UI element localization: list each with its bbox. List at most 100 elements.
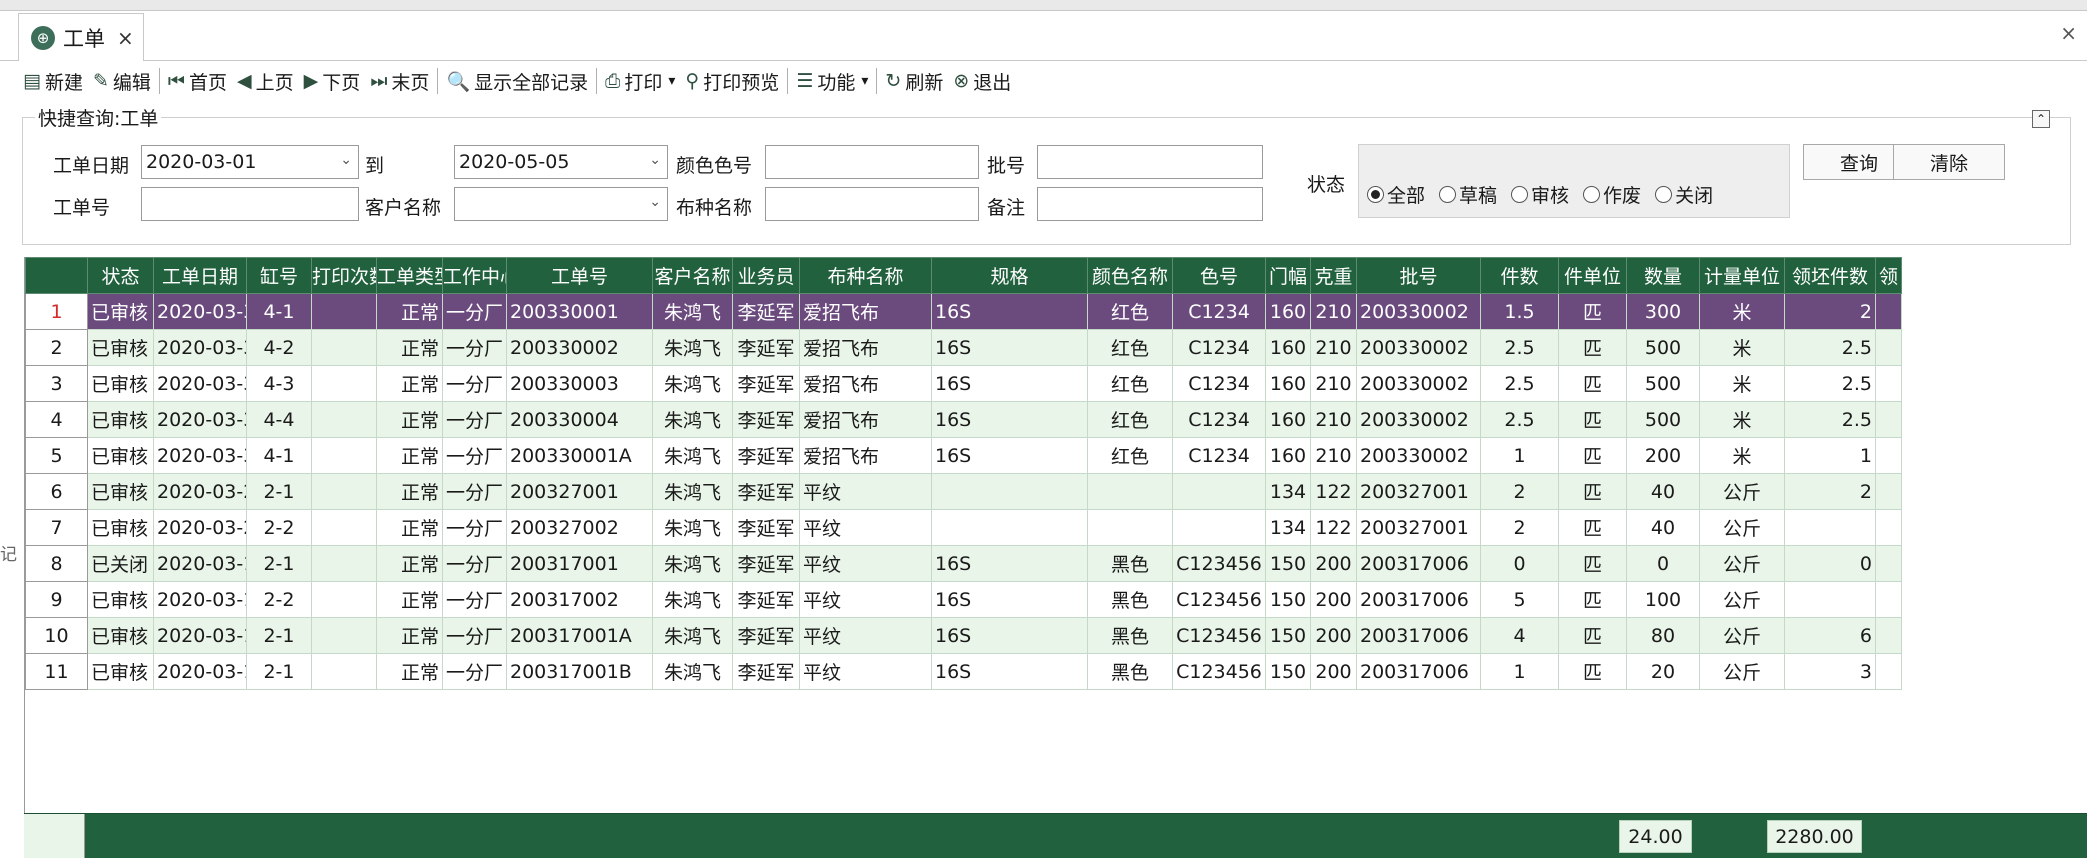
table-cell[interactable]: 200330002: [1356, 329, 1481, 366]
column-header[interactable]: 克重: [1310, 257, 1357, 294]
status-radio-1[interactable]: 草稿: [1439, 181, 1497, 208]
table-row[interactable]: 6已审核2020-03-272-1正常一分厂200327001朱鸿飞李延军平纹1…: [25, 473, 1902, 510]
table-cell[interactable]: 李延军: [732, 293, 800, 330]
table-cell[interactable]: 160: [1265, 329, 1311, 366]
table-row[interactable]: 11已审核2020-03-172-1 正常一分厂200317001B朱鸿飞李延军平…: [25, 653, 1902, 690]
table-cell[interactable]: [1875, 401, 1902, 438]
table-cell[interactable]: 210: [1310, 437, 1357, 474]
table-cell[interactable]: 1: [1784, 437, 1876, 474]
table-cell[interactable]: 2020-03-27: [153, 509, 247, 546]
table-cell[interactable]: 公斤: [1699, 509, 1785, 546]
table-cell[interactable]: [1875, 329, 1902, 366]
table-cell[interactable]: 210: [1310, 293, 1357, 330]
table-cell[interactable]: C123456: [1172, 617, 1266, 654]
column-header[interactable]: 工单日期: [153, 257, 247, 294]
table-cell[interactable]: 已审核: [87, 653, 154, 690]
order-no-field[interactable]: [141, 187, 359, 221]
table-cell[interactable]: 2020-03-17: [153, 545, 247, 582]
table-cell[interactable]: 200317006: [1356, 545, 1481, 582]
column-header[interactable]: 门幅: [1265, 257, 1311, 294]
table-cell[interactable]: 200: [1626, 437, 1700, 474]
table-cell[interactable]: 2020-03-30: [153, 329, 247, 366]
table-cell[interactable]: 150: [1265, 545, 1311, 582]
table-cell[interactable]: 红色: [1087, 293, 1173, 330]
column-header[interactable]: 颜色名称: [1087, 257, 1173, 294]
table-cell[interactable]: [1875, 581, 1902, 618]
table-cell[interactable]: 正常: [376, 581, 443, 618]
table-cell[interactable]: 2.5: [1784, 401, 1876, 438]
table-cell[interactable]: 2020-03-30: [153, 401, 247, 438]
table-cell[interactable]: 150: [1265, 581, 1311, 618]
table-cell[interactable]: 210: [1310, 365, 1357, 402]
table-cell[interactable]: 已审核: [87, 509, 154, 546]
toolbar-button-0[interactable]: ▤ 新建: [18, 64, 88, 98]
row-number[interactable]: 3: [25, 365, 88, 402]
table-cell[interactable]: 已审核: [87, 401, 154, 438]
table-cell[interactable]: 李延军: [732, 617, 800, 654]
table-cell[interactable]: 200330004: [506, 401, 653, 438]
table-cell[interactable]: [1784, 509, 1876, 546]
toolbar-button-2[interactable]: ⏮ 首页: [163, 64, 232, 98]
column-header[interactable]: 领坯件数: [1784, 257, 1876, 294]
table-cell[interactable]: 122: [1310, 473, 1357, 510]
table-cell[interactable]: 4-1: [246, 293, 312, 330]
table-cell[interactable]: 0: [1626, 545, 1700, 582]
table-cell[interactable]: 500: [1626, 401, 1700, 438]
table-cell[interactable]: 爱招飞布: [799, 293, 932, 330]
table-cell[interactable]: 200: [1310, 581, 1357, 618]
table-row[interactable]: 7已审核2020-03-272-2 正常一分厂200327002朱鸿飞李延军平纹 1…: [25, 509, 1902, 546]
table-cell[interactable]: 210: [1310, 401, 1357, 438]
column-header[interactable]: 布种名称: [799, 257, 932, 294]
clear-button[interactable]: 清除: [1893, 144, 2005, 180]
table-cell[interactable]: 40: [1626, 473, 1700, 510]
table-cell[interactable]: 2020-03-17: [153, 653, 247, 690]
table-cell[interactable]: 黑色: [1087, 581, 1173, 618]
table-cell[interactable]: 一分厂: [442, 293, 507, 330]
table-cell[interactable]: 李延军: [732, 329, 800, 366]
toolbar-button-11[interactable]: ⊗ 退出: [948, 64, 1016, 98]
table-cell[interactable]: 已关闭: [87, 545, 154, 582]
date-from-field[interactable]: 2020-03-01 ⌄: [141, 145, 359, 179]
table-cell[interactable]: 正常: [376, 617, 443, 654]
column-header[interactable]: 计量单位: [1699, 257, 1785, 294]
row-number[interactable]: 2: [25, 329, 88, 366]
column-header[interactable]: 打印次数: [311, 257, 377, 294]
table-row[interactable]: 1已审核2020-03-304-1 正常一分厂200330001朱鸿飞李延军爱招飞…: [25, 293, 1902, 330]
table-cell[interactable]: [1172, 509, 1266, 546]
table-cell[interactable]: 2: [1480, 509, 1559, 546]
column-header[interactable]: 数量: [1626, 257, 1700, 294]
table-cell[interactable]: C1234: [1172, 401, 1266, 438]
table-cell[interactable]: 匹: [1558, 437, 1627, 474]
table-cell[interactable]: 2.5: [1480, 401, 1559, 438]
table-cell[interactable]: 300: [1626, 293, 1700, 330]
row-number[interactable]: 8: [25, 545, 88, 582]
table-cell[interactable]: 2: [1480, 473, 1559, 510]
table-cell[interactable]: 平纹: [799, 617, 932, 654]
table-cell[interactable]: 公斤: [1699, 581, 1785, 618]
row-number[interactable]: 9: [25, 581, 88, 618]
table-cell[interactable]: 李延军: [732, 509, 800, 546]
table-cell[interactable]: 2-2: [246, 581, 312, 618]
table-cell[interactable]: 100: [1626, 581, 1700, 618]
table-cell[interactable]: 122: [1310, 509, 1357, 546]
dropdown-arrow-icon[interactable]: ▾: [861, 73, 868, 89]
table-cell[interactable]: 200330001: [506, 293, 653, 330]
table-cell[interactable]: 朱鸿飞: [652, 365, 733, 402]
table-cell[interactable]: 已审核: [87, 329, 154, 366]
table-cell[interactable]: 0: [1784, 545, 1876, 582]
column-header[interactable]: 工单类型: [376, 257, 443, 294]
toolbar-button-8[interactable]: ⚲ 打印预览: [680, 64, 784, 98]
chevron-down-icon[interactable]: ⌄: [340, 152, 352, 168]
table-cell[interactable]: 134: [1265, 509, 1311, 546]
table-cell[interactable]: [1784, 581, 1876, 618]
window-close-icon[interactable]: ×: [2060, 21, 2077, 45]
remark-field[interactable]: [1037, 187, 1263, 221]
table-row[interactable]: 5已审核2020-03-304-1 正常一分厂200330001A朱鸿飞李延军爱招…: [25, 437, 1902, 474]
color-field[interactable]: [765, 145, 979, 179]
table-cell[interactable]: [311, 509, 377, 546]
table-cell[interactable]: C1234: [1172, 329, 1266, 366]
table-cell[interactable]: 一分厂: [442, 581, 507, 618]
table-cell[interactable]: 2: [1784, 293, 1876, 330]
table-cell[interactable]: 已审核: [87, 617, 154, 654]
table-cell[interactable]: 朱鸿飞: [652, 545, 733, 582]
